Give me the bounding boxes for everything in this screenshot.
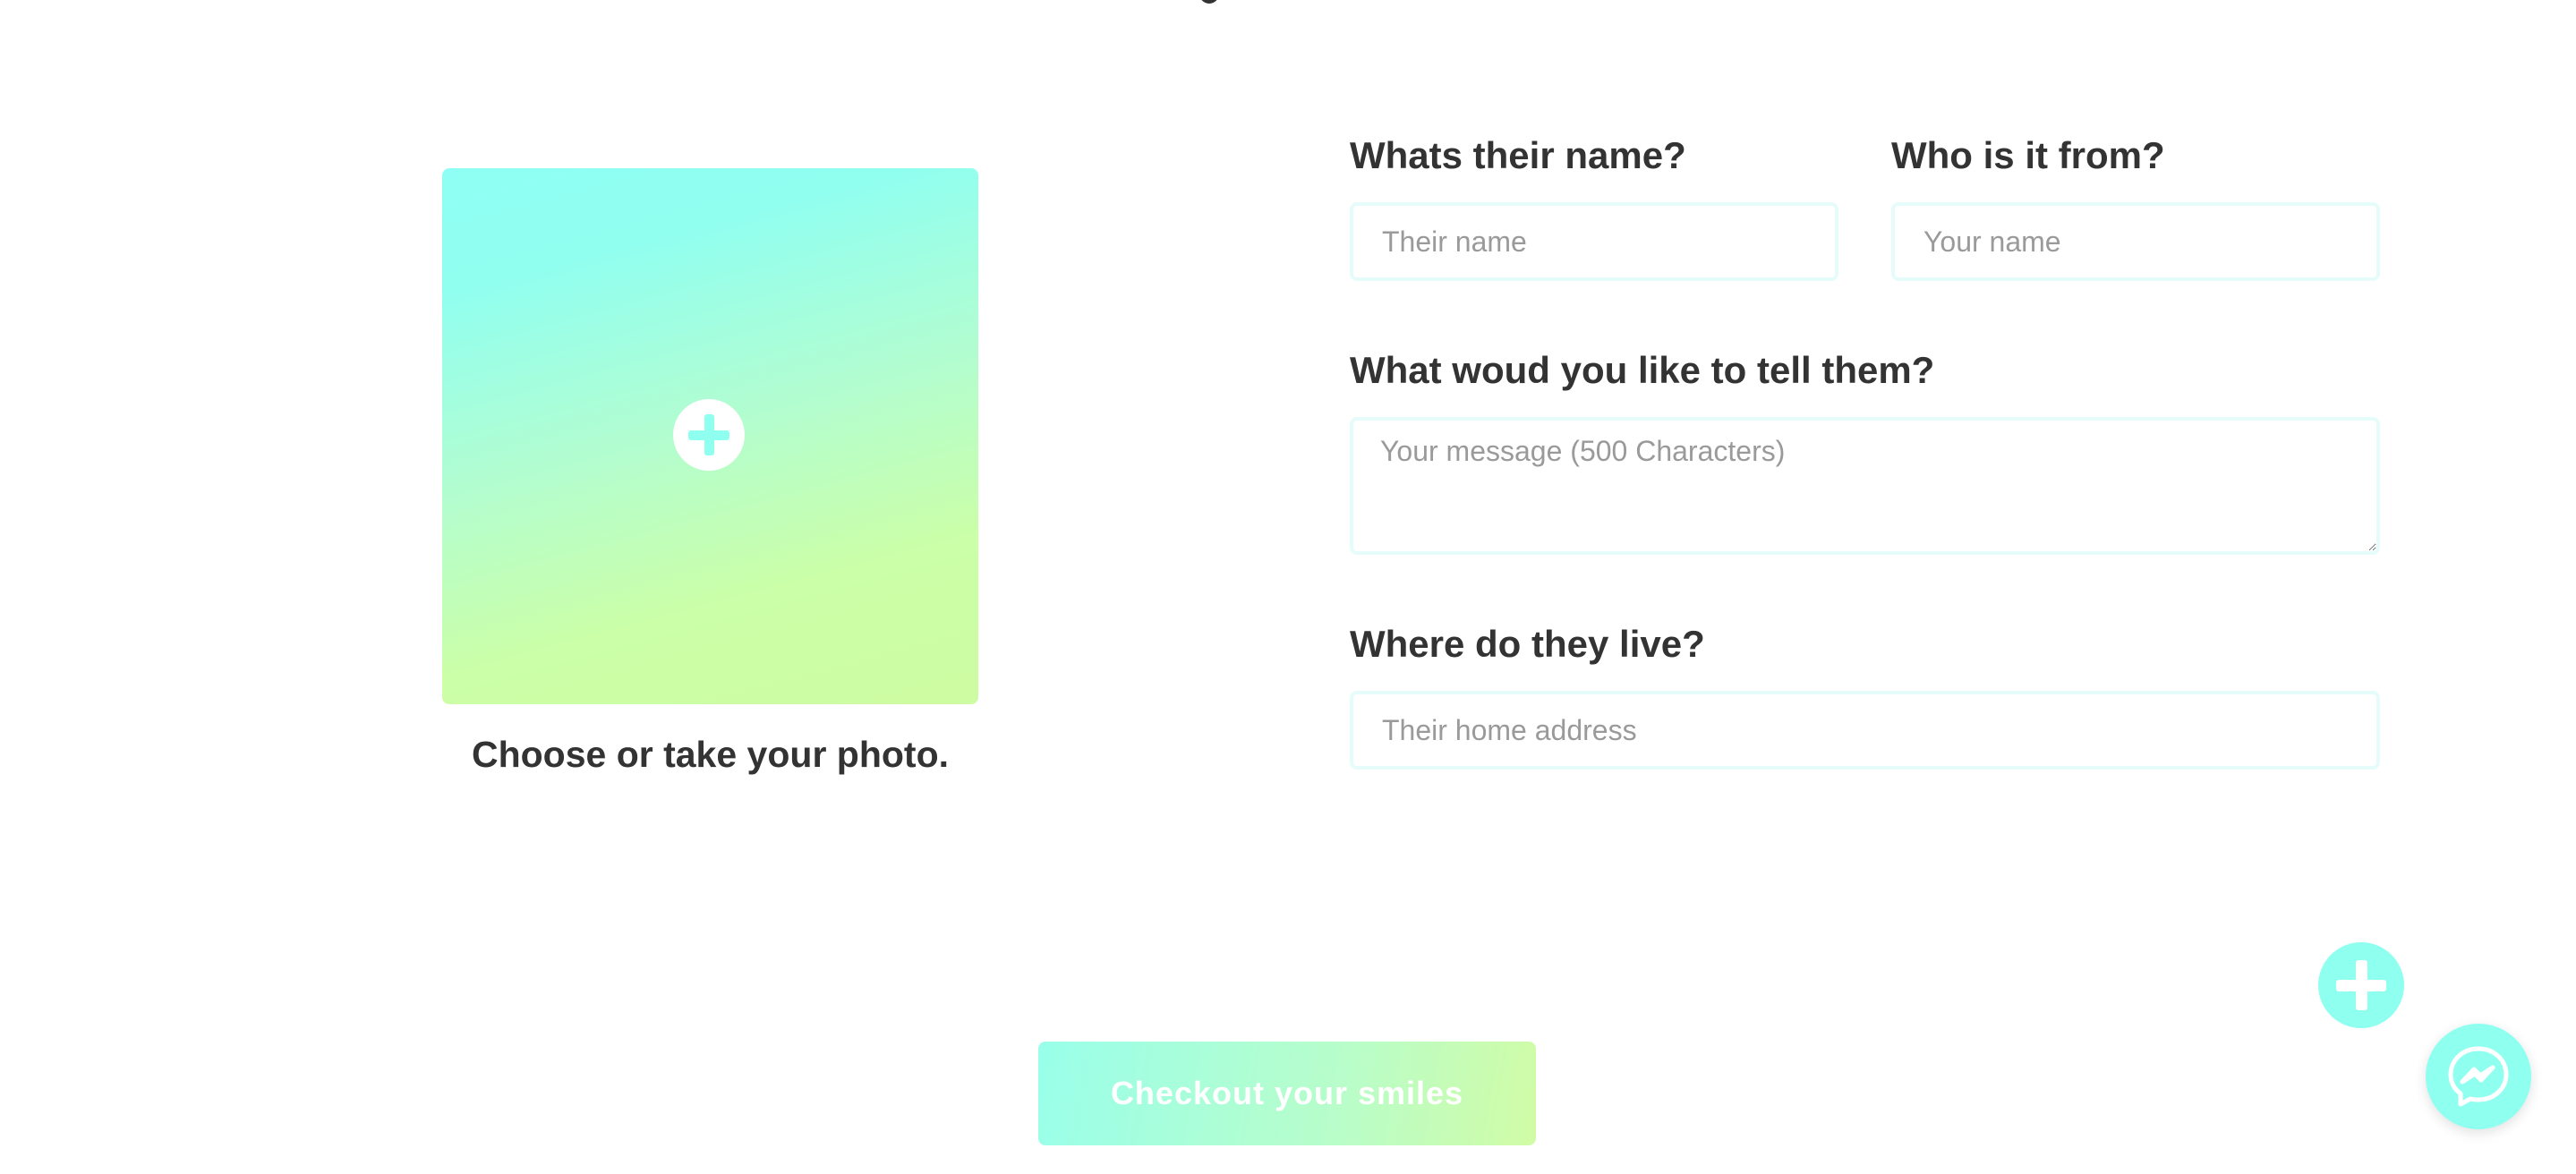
message-textarea[interactable] — [1350, 417, 2380, 555]
their-name-input[interactable] — [1350, 202, 1838, 281]
message-label: What woud you like to tell them? — [1350, 349, 1935, 391]
photo-upload-area[interactable] — [442, 168, 978, 704]
address-input[interactable] — [1350, 691, 2380, 770]
plus-icon[interactable] — [2318, 942, 2404, 1028]
top-decoration — [1199, 0, 1219, 4]
address-label: Where do they live? — [1350, 623, 1705, 665]
page: Choose or take your photo. Whats their n… — [0, 0, 2576, 1174]
their-name-label: Whats their name? — [1350, 134, 1686, 176]
checkout-button[interactable]: Checkout your smiles — [1038, 1042, 1536, 1145]
from-name-label: Who is it from? — [1891, 134, 2165, 176]
photo-caption: Choose or take your photo. — [471, 734, 950, 775]
messenger-icon — [2448, 1046, 2509, 1107]
messenger-chat-button[interactable] — [2426, 1024, 2531, 1129]
plus-circle-icon[interactable] — [673, 399, 745, 471]
from-name-input[interactable] — [1891, 202, 2380, 281]
